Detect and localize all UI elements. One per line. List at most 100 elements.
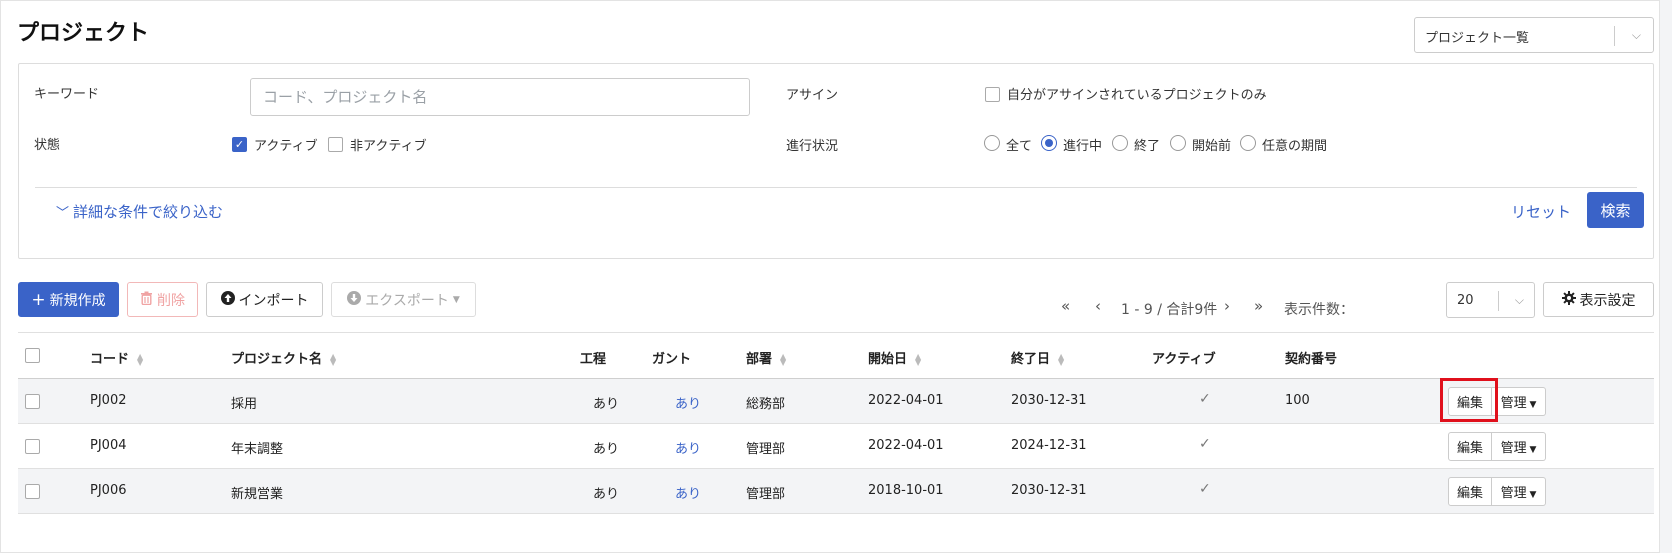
cell-gantt-link[interactable]: あり <box>675 438 701 457</box>
cell-start: 2022-04-01 <box>868 393 944 408</box>
status-label: 状態 <box>34 138 61 153</box>
cell-gantt-link[interactable]: あり <box>675 483 701 502</box>
progress-all-radio[interactable] <box>984 135 1000 151</box>
manage-button[interactable]: 管理 ▼ <box>1492 387 1546 416</box>
edit-button[interactable]: 編集 <box>1448 432 1492 461</box>
per-page-select[interactable]: 20 ⌵ <box>1446 282 1535 318</box>
export-button[interactable]: エクスポート ▼ <box>331 282 476 317</box>
keyword-input[interactable] <box>250 78 750 116</box>
cell-name: 新規営業 <box>231 487 284 502</box>
status-active-label[interactable]: アクティブ <box>254 135 318 154</box>
edit-button[interactable]: 編集 <box>1448 387 1492 416</box>
cell-dept: 管理部 <box>746 442 786 457</box>
status-inactive-checkbox[interactable] <box>328 137 343 152</box>
caret-down-icon: ▼ <box>452 294 460 305</box>
col-name[interactable]: プロジェクト名 ▲ ▼ <box>231 348 336 367</box>
filter-divider <box>35 187 1637 188</box>
col-start[interactable]: 開始日 ▲ ▼ <box>868 348 921 367</box>
cell-end: 2030-12-31 <box>1011 393 1087 408</box>
manage-label: 管理 <box>1500 441 1527 456</box>
select-divider <box>1498 291 1499 311</box>
status-active-checkbox[interactable]: ✓ <box>232 137 247 152</box>
per-page-label: 表示件数： <box>1284 302 1354 318</box>
cell-code: PJ002 <box>90 393 127 408</box>
download-circle-icon <box>347 290 362 309</box>
search-button[interactable]: 検索 <box>1587 192 1644 228</box>
manage-button[interactable]: 管理 ▼ <box>1492 477 1546 506</box>
filter-panel: キーワード 状態 ✓ アクティブ 非アクティブ アサイン 自分がアサインされてい… <box>18 63 1654 259</box>
display-settings-label: 表示設定 <box>1579 292 1636 309</box>
chevron-down-icon: ﹀ <box>56 206 70 221</box>
cell-name: 年末調整 <box>231 442 284 457</box>
cell-dept: 総務部 <box>746 397 786 412</box>
last-page-icon[interactable]: » <box>1254 297 1263 315</box>
import-button[interactable]: インポート <box>206 282 323 317</box>
col-code[interactable]: コード ▲ ▼ <box>90 348 143 367</box>
table-row: PJ006 新規営業 あり あり 管理部 2018-10-01 2030-12-… <box>18 469 1654 514</box>
progress-ongoing-radio[interactable] <box>1041 135 1057 151</box>
advanced-filter-label: 詳細な条件で絞り込む <box>73 203 224 221</box>
cell-process: あり <box>593 442 620 457</box>
row-checkbox[interactable] <box>25 439 40 454</box>
col-end[interactable]: 終了日 ▲ ▼ <box>1011 348 1064 367</box>
check-icon: ✓ <box>1199 436 1211 452</box>
progress-label: 進行状況 <box>786 139 839 154</box>
view-select[interactable]: プロジェクト一覧 ⌵ <box>1414 17 1654 53</box>
col-active: アクティブ <box>1152 352 1216 367</box>
caret-down-icon: ▼ <box>1526 490 1537 500</box>
progress-custom-radio[interactable] <box>1240 135 1256 151</box>
progress-all-label[interactable]: 全て <box>1006 135 1032 154</box>
progress-ongoing-label[interactable]: 進行中 <box>1063 135 1102 154</box>
delete-button[interactable]: 削除 <box>127 282 198 317</box>
page: プロジェクト プロジェクト一覧 ⌵ キーワード 状態 ✓ アクティブ 非アクティ… <box>0 0 1660 553</box>
cell-code: PJ006 <box>90 483 127 498</box>
next-page-icon[interactable]: › <box>1224 297 1230 315</box>
prev-page-icon[interactable]: ‹ <box>1095 297 1101 315</box>
col-start-label: 開始日 <box>868 352 908 367</box>
gear-icon <box>1561 290 1576 309</box>
trash-icon <box>140 291 153 309</box>
chevron-down-icon: ⌵ <box>1631 28 1641 42</box>
reset-button[interactable]: リセット <box>1511 201 1571 222</box>
display-settings-button[interactable]: 表示設定 <box>1543 282 1654 317</box>
progress-notstarted-radio[interactable] <box>1170 135 1186 151</box>
new-project-label: 新規作成 <box>49 292 106 309</box>
caret-down-icon: ▼ <box>1526 400 1537 410</box>
sort-icon: ▲ ▼ <box>137 351 144 367</box>
keyword-label: キーワード <box>34 87 100 102</box>
manage-button[interactable]: 管理 ▼ <box>1492 432 1546 461</box>
sort-icon: ▲ ▼ <box>780 351 787 367</box>
status-inactive-label[interactable]: 非アクティブ <box>350 135 427 154</box>
advanced-filter-toggle[interactable]: ﹀ 詳細な条件で絞り込む <box>56 201 223 222</box>
select-all-checkbox[interactable] <box>25 348 40 363</box>
chevron-down-icon: ⌵ <box>1514 293 1524 307</box>
check-icon: ✓ <box>1199 481 1211 497</box>
col-dept[interactable]: 部署 ▲ ▼ <box>746 348 786 367</box>
first-page-icon[interactable]: « <box>1061 297 1070 315</box>
assign-only-mine-checkbox[interactable] <box>985 87 1000 102</box>
progress-custom-label[interactable]: 任意の期間 <box>1262 135 1327 154</box>
per-page-value: 20 <box>1457 293 1474 308</box>
cell-end: 2030-12-31 <box>1011 483 1087 498</box>
cell-name: 採用 <box>231 397 258 412</box>
cell-process: あり <box>593 487 620 502</box>
select-divider <box>1614 26 1615 46</box>
project-table: コード ▲ ▼ プロジェクト名 ▲ ▼ 工程 ガント 部署 ▲ ▼ 開始日 ▲ ▼ 終了日 ▲ ▼ … <box>18 332 1654 514</box>
progress-ended-radio[interactable] <box>1112 135 1128 151</box>
row-checkbox[interactable] <box>25 394 40 409</box>
cell-gantt-link[interactable]: あり <box>675 393 701 412</box>
progress-ended-label[interactable]: 終了 <box>1134 135 1160 154</box>
row-checkbox[interactable] <box>25 484 40 499</box>
edit-button[interactable]: 編集 <box>1448 477 1492 506</box>
pagination-text: 1 - 9 / 合計9件 <box>1121 302 1218 318</box>
cell-end: 2024-12-31 <box>1011 438 1087 453</box>
sort-icon: ▲ ▼ <box>330 351 337 367</box>
progress-notstarted-label[interactable]: 開始前 <box>1192 135 1231 154</box>
sort-icon: ▲ ▼ <box>1058 351 1065 367</box>
page-title: プロジェクト <box>17 21 150 46</box>
table-row: PJ004 年末調整 あり あり 管理部 2022-04-01 2024-12-… <box>18 424 1654 469</box>
assign-only-mine-label[interactable]: 自分がアサインされているプロジェクトのみ <box>1007 84 1267 103</box>
new-project-button[interactable]: + 新規作成 <box>18 282 119 317</box>
sort-icon: ▲ ▼ <box>915 351 922 367</box>
col-gantt: ガント <box>652 352 692 367</box>
